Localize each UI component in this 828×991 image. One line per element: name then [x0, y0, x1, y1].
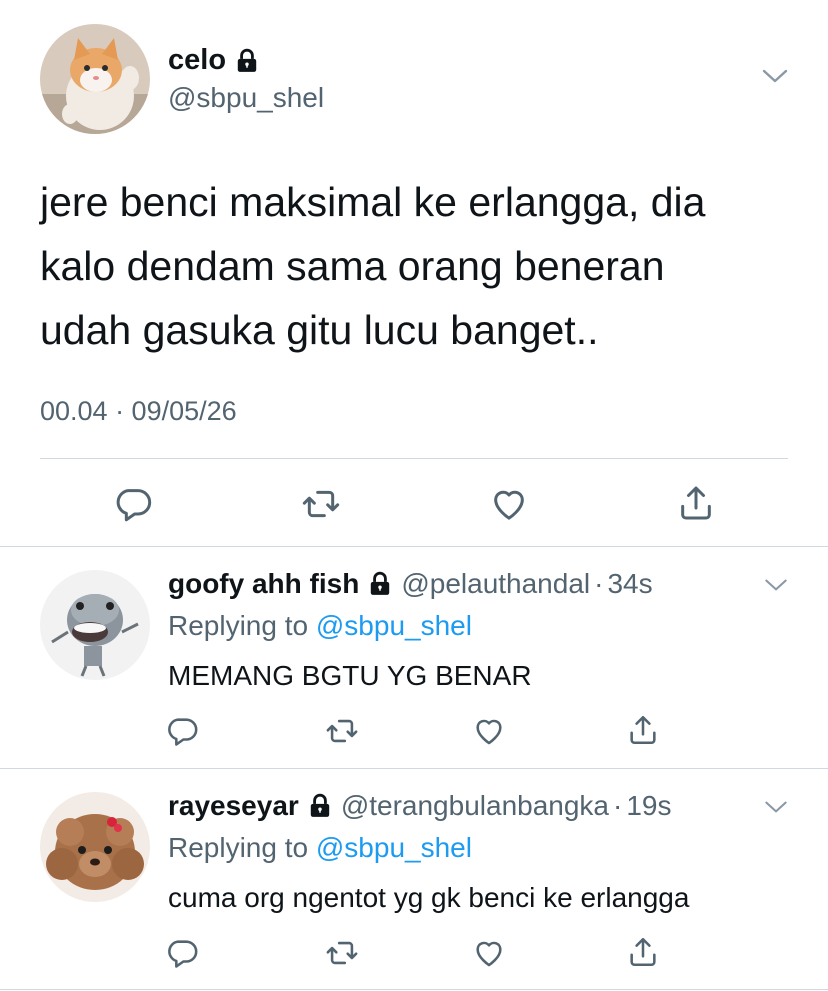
reply-tweet[interactable]: rayeseyar @terangbulanbangka · 19s Reply…	[0, 768, 828, 990]
lock-icon	[367, 571, 393, 597]
handle[interactable]: @terangbulanbangka	[341, 790, 609, 822]
reply-icon[interactable]	[165, 714, 199, 748]
relative-time[interactable]: 34s	[607, 568, 652, 600]
lock-icon	[307, 793, 333, 819]
chevron-down-icon[interactable]	[764, 800, 788, 814]
display-name[interactable]: rayeseyar	[168, 790, 299, 822]
display-name[interactable]: goofy ahh fish	[168, 568, 359, 600]
mention-link[interactable]: @sbpu_shel	[316, 832, 472, 863]
divider	[0, 989, 828, 990]
tweet-timestamp[interactable]: 00.04 · 09/05/26	[40, 396, 237, 427]
avatar-cat[interactable]	[40, 24, 150, 134]
heart-icon[interactable]	[489, 484, 529, 524]
retweet-icon[interactable]	[324, 936, 360, 970]
share-icon[interactable]	[676, 482, 716, 524]
replying-prefix: Replying to	[168, 832, 316, 863]
avatar-fish[interactable]	[40, 570, 150, 680]
share-icon[interactable]	[626, 712, 660, 748]
replying-prefix: Replying to	[168, 610, 316, 641]
reply-icon[interactable]	[165, 936, 199, 970]
reply-icon[interactable]	[113, 484, 153, 524]
replying-to: Replying to @sbpu_shel	[168, 832, 472, 864]
handle[interactable]: @pelauthandal	[401, 568, 590, 600]
reply-text: cuma org ngentot yg gk benci ke erlangga	[168, 882, 690, 913]
separator-dot: ·	[594, 568, 604, 599]
chevron-down-icon[interactable]	[762, 68, 788, 84]
lock-icon	[234, 48, 260, 74]
divider	[40, 458, 788, 459]
mention-link[interactable]: @sbpu_shel	[316, 610, 472, 641]
reply-header: rayeseyar @terangbulanbangka · 19s	[168, 790, 671, 822]
retweet-icon[interactable]	[300, 484, 342, 524]
relative-time[interactable]: 19s	[626, 790, 671, 822]
tweet-text: jere benci maksimal ke erlangga, dia kal…	[40, 179, 706, 353]
share-icon[interactable]	[626, 934, 660, 970]
retweet-icon[interactable]	[324, 714, 360, 748]
separator-dot: ·	[613, 790, 623, 821]
display-name[interactable]: celo	[168, 44, 226, 77]
chevron-down-icon[interactable]	[764, 578, 788, 592]
reply-header: goofy ahh fish @pelauthandal · 34s	[168, 568, 653, 600]
reply-text: MEMANG BGTU YG BENAR	[168, 660, 532, 691]
reply-tweet[interactable]: goofy ahh fish @pelauthandal · 34s Reply…	[0, 546, 828, 768]
heart-icon[interactable]	[472, 936, 506, 970]
main-tweet: celo @sbpu_shel jere benci maksimal ke e…	[0, 0, 828, 546]
display-name-row[interactable]: celo	[168, 44, 260, 77]
avatar-dog[interactable]	[40, 792, 150, 902]
heart-icon[interactable]	[472, 714, 506, 748]
handle[interactable]: @sbpu_shel	[168, 82, 324, 114]
replying-to: Replying to @sbpu_shel	[168, 610, 472, 642]
